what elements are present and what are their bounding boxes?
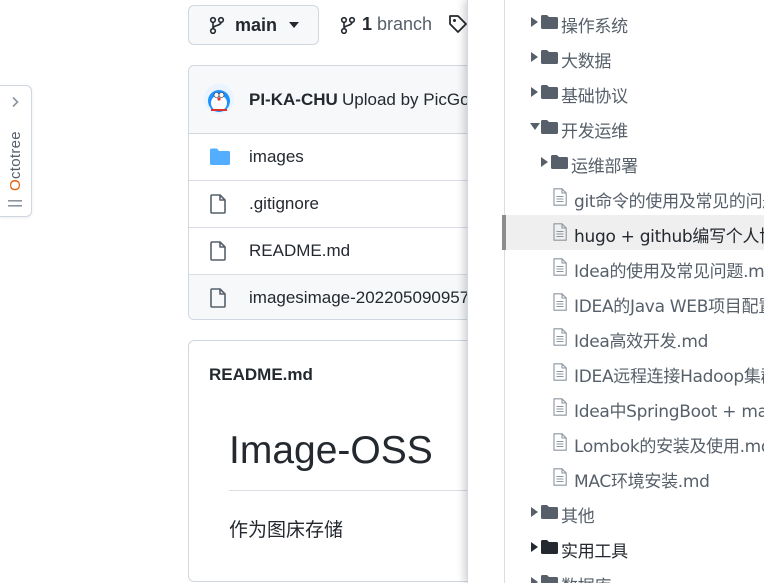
file-icon [553,188,567,206]
tree-file-item[interactable]: IDEA的Java WEB项目配置.md [504,285,764,320]
folder-icon [551,155,568,169]
folder-icon [541,15,558,29]
tree-folder-item[interactable]: 开发运维 [504,110,764,145]
tree-file-item[interactable]: hugo + github编写个人博客.md [502,215,764,250]
tree-folder-item[interactable]: 其他 [504,495,764,530]
octotree-panel: 操作系统大数据基础协议开发运维运维部署 git命令的使用及常见的问题.md hugo… [467,0,764,583]
tree-file-item[interactable]: MAC环境安装.md [504,460,764,495]
latest-commit: PI-KA-CHU Upload by PicGo [189,66,487,134]
file-icon [210,241,226,261]
tree-item-label: Lombok的安装及使用.md [574,437,764,457]
tree-file-item[interactable]: IDEA远程连接Hadoop集群.md [504,355,764,390]
caret-right-icon[interactable] [531,507,539,517]
folder-icon [541,50,558,64]
file-icon [553,468,567,486]
file-icon [553,398,567,416]
tree-gutter [468,0,505,583]
file-row[interactable]: README.md [189,228,487,275]
caret-right-icon[interactable] [531,542,539,552]
file-icon [210,194,226,214]
divider [229,490,487,491]
caret-down-icon[interactable] [530,123,540,131]
tree-item-label: git命令的使用及常见的问题.md [574,192,764,212]
branch-name: main [235,14,278,35]
tree-folder-item[interactable]: 基础协议 [504,75,764,110]
folder-icon [210,148,230,165]
file-icon [553,328,567,346]
tree-item-label: 大数据 [561,52,612,72]
readme-body: 作为图床存储 [229,519,344,541]
commit-message-link[interactable]: Upload by PicGo [342,90,470,110]
file-name[interactable]: .gitignore [249,194,319,214]
file-icon [553,433,567,451]
tree-folder-item[interactable]: 操作系统 [504,5,764,40]
file-browser: PI-KA-CHU Upload by PicGo images .gitign… [188,65,488,320]
commit-author-link[interactable]: PI-KA-CHU [249,90,338,110]
tree-item-label: hugo + github编写个人博客.md [574,227,764,247]
readme-header[interactable]: README.md [209,365,313,385]
tree-file-item[interactable]: Idea中SpringBoot + maven.md [504,390,764,425]
folder-icon [541,540,558,554]
file-name[interactable]: images [249,147,304,167]
git-branch-icon [209,16,225,34]
caret-right-icon[interactable] [531,577,539,583]
tree-item-label: 开发运维 [561,122,628,142]
folder-icon [541,120,558,134]
file-icon [553,258,567,276]
tree-folder-item[interactable]: 实用工具 [504,530,764,565]
readme-panel: README.md Image-OSS 作为图床存储 [188,340,488,582]
caret-right-icon[interactable] [531,87,539,97]
chevron-right-icon [12,96,19,108]
doraemon-avatar-icon [204,84,234,114]
tree-item-label: 实用工具 [561,542,628,562]
branches-link[interactable]: 1 branch [340,14,432,35]
caret-right-icon[interactable] [531,52,539,62]
octotree-toggle[interactable]: Octotree [0,85,32,217]
tree-item-label: 运维部署 [571,157,638,177]
tree-item-label: 操作系统 [561,17,628,37]
tree-item-label: MAC环境安装.md [574,472,710,492]
file-icon [210,288,226,308]
file-row[interactable]: imagesimage-20220509095748.png [189,275,487,319]
tree-folder-item[interactable]: 数据库 [504,565,764,583]
tree-item-label: IDEA远程连接Hadoop集群.md [574,367,764,387]
folder-icon [541,575,558,583]
caret-right-icon[interactable] [531,17,539,27]
file-icon [553,223,567,241]
git-branch-icon [340,16,356,34]
tree-item-label: Idea中SpringBoot + maven.md [574,402,764,422]
tree-file-item[interactable]: Lombok的安装及使用.md [504,425,764,460]
tree-item-label: 基础协议 [561,87,628,107]
readme-title: Image-OSS [229,429,433,472]
tree-folder-item[interactable]: 大数据 [504,40,764,75]
caret-right-icon[interactable] [541,157,549,167]
folder-icon [541,85,558,99]
file-name[interactable]: imagesimage-20220509095748.png [249,288,487,308]
tree-folder-item[interactable]: 运维部署 [504,145,764,180]
tree-item-label: 数据库 [561,572,611,583]
branch-count: 1 [362,14,373,34]
drag-handle-icon[interactable] [8,199,22,209]
avatar[interactable] [204,84,234,114]
tree-item-label: Idea高效开发.md [574,332,709,352]
tree-file-item[interactable]: Idea的使用及常见问题.md [504,250,764,285]
file-icon [553,363,567,381]
tree-item-label: Idea的使用及常见问题.md [574,262,764,282]
file-row[interactable]: .gitignore [189,181,487,228]
file-row[interactable]: images [189,134,487,181]
tree-file-item[interactable]: git命令的使用及常见的问题.md [504,180,764,215]
folder-icon [541,505,558,519]
file-icon [553,293,567,311]
caret-down-icon [289,22,300,28]
tree-item-label: 其他 [561,507,595,527]
branch-selector-button[interactable]: main [188,5,319,45]
tree-item-label: IDEA的Java WEB项目配置.md [574,297,764,317]
octotree-label: Octotree [7,131,24,191]
tag-icon[interactable] [448,14,468,34]
file-name[interactable]: README.md [249,241,350,261]
branch-count-label: branch [377,14,433,34]
tree-file-item[interactable]: Idea高效开发.md [504,320,764,355]
